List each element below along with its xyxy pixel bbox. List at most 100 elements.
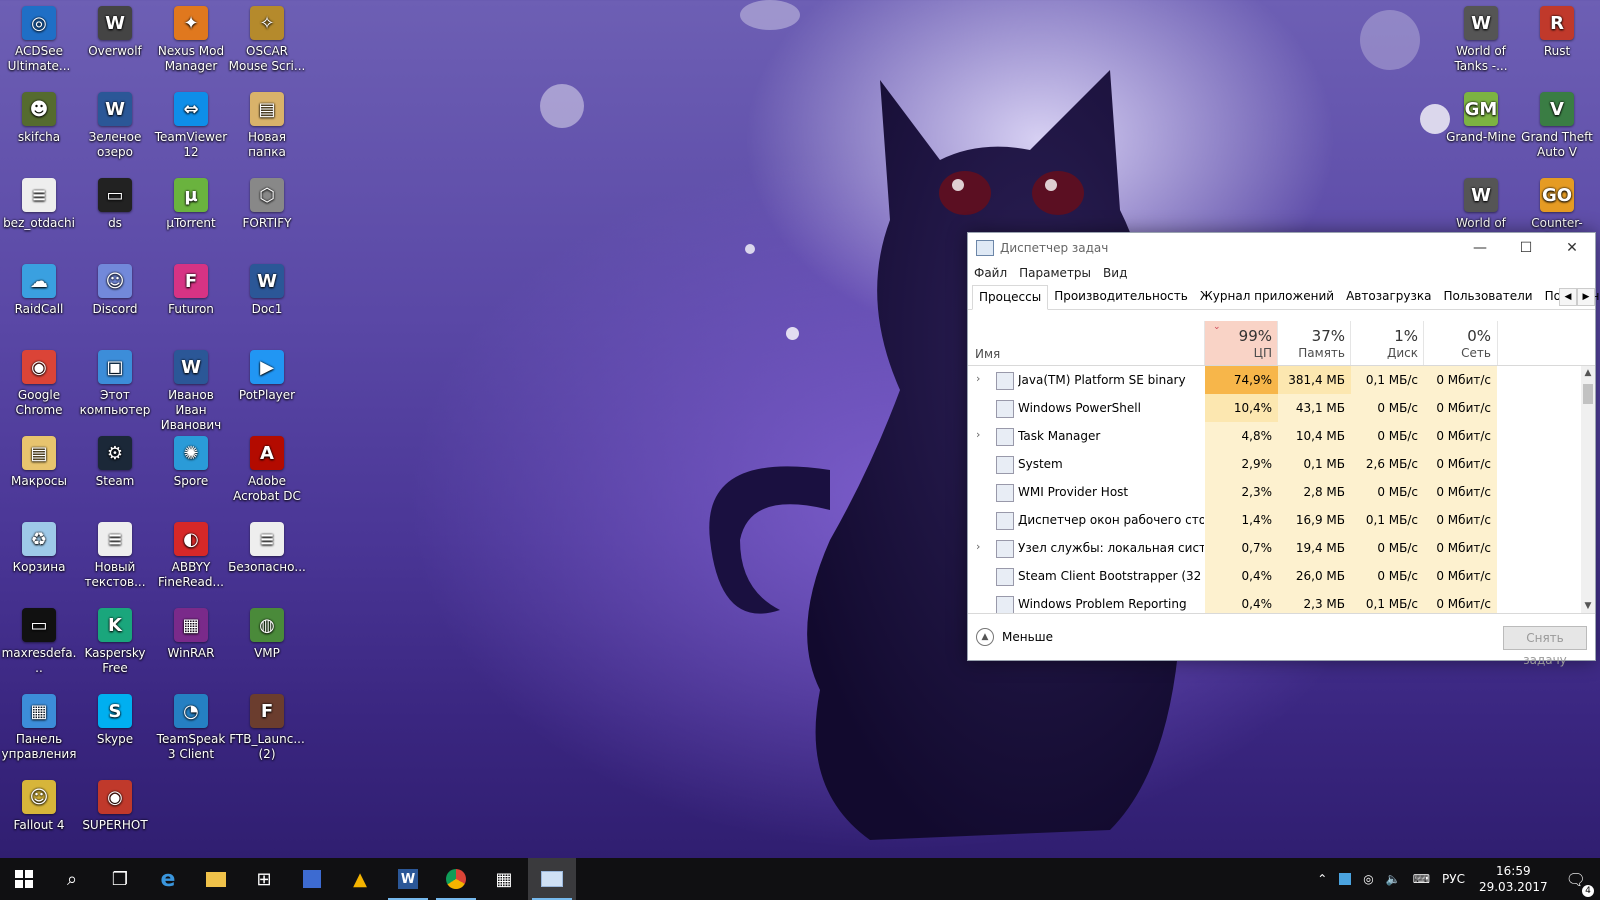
desktop-icon[interactable]: S Skype [76,688,154,770]
tab-scroll-left-icon[interactable]: ◀ [1559,288,1577,306]
desktop-icon[interactable]: ≡ bez_otdachi [0,172,78,254]
show-hidden-icons-icon[interactable]: ⌃ [1311,872,1333,886]
scroll-up-icon[interactable]: ▲ [1581,366,1595,380]
end-task-button[interactable]: Снять задачу [1503,626,1587,667]
menu-options[interactable]: Параметры [1019,266,1091,280]
desktop-icon[interactable]: ≡ Новый текстов... [76,516,154,598]
desktop-icon[interactable]: F FTB_Launc... (2) [228,688,306,770]
desktop-icon[interactable]: ⚙ Steam [76,430,154,512]
scroll-thumb[interactable] [1583,384,1593,404]
process-row[interactable]: Windows PowerShell 10,4% 43,1 МБ 0 МБ/с 0 Мб… [968,394,1581,422]
desktop-icon[interactable]: ▦ WinRAR [152,602,230,684]
desktop-icon[interactable]: W World of Tanks -... [1442,0,1520,82]
desktop-icon[interactable]: ◉ Google Chrome [0,344,78,426]
desktop-icon[interactable]: ▤ Макросы [0,430,78,512]
desktop-icon[interactable]: µ µTorrent [152,172,230,254]
process-row[interactable]: Windows Problem Reporting 0,4% 2,3 МБ 0,1 М… [968,590,1581,613]
menu-view[interactable]: Вид [1103,266,1127,280]
desktop-icon[interactable]: ✦ Nexus Mod Manager [152,0,230,82]
desktop-icon[interactable]: ▭ maxresdefa... [0,602,78,684]
tab-scroll-right-icon[interactable]: ▶ [1577,288,1595,306]
tab-app-history[interactable]: Журнал приложений [1194,285,1340,309]
process-row[interactable]: › Java(TM) Platform SE binary 74,9% 381,4 М… [968,366,1581,394]
desktop-icon[interactable]: W Зеленое озеро [76,86,154,168]
process-row[interactable]: Диспетчер окон рабочего сто... 1,4% 16,9 М… [968,506,1581,534]
column-name[interactable]: Имя [975,347,1000,361]
tab-performance[interactable]: Производительность [1048,285,1194,309]
tab-startup[interactable]: Автозагрузка [1340,285,1437,309]
desktop-icon[interactable]: R Rust [1518,0,1596,82]
desktop-icon[interactable]: W Иванов Иван Иванович [152,344,230,432]
edge-button[interactable]: e [144,858,192,900]
expand-chevron-icon[interactable]: › [976,540,986,553]
start-button[interactable] [0,858,48,900]
save-disk-app-button[interactable] [288,858,336,900]
desktop-icon[interactable]: ✧ OSCAR Mouse Scri... [228,0,306,82]
desktop-icon[interactable]: ▭ ds [76,172,154,254]
process-row[interactable]: Steam Client Bootstrapper (32 б... 0,4% 26… [968,562,1581,590]
minimize-button[interactable]: — [1457,233,1503,263]
vertical-scrollbar[interactable]: ▲ ▼ [1581,366,1595,613]
column-network[interactable]: 0% Сеть [1423,321,1498,365]
warning-app-button[interactable]: ▲ [336,858,384,900]
maximize-button[interactable]: ☐ [1503,233,1549,263]
chrome-button[interactable] [432,858,480,900]
expand-chevron-icon[interactable]: › [976,428,986,441]
expand-chevron-icon[interactable]: › [976,372,986,385]
task-manager-taskbar-button[interactable] [528,858,576,900]
desktop-icon[interactable]: ✺ Spore [152,430,230,512]
desktop-icon[interactable]: ▤ Новая папка [228,86,306,168]
desktop-icon[interactable]: ▦ Панель управления [0,688,78,770]
desktop-icon[interactable]: ⇔ TeamViewer 12 [152,86,230,168]
file-explorer-icon [206,871,226,887]
column-cpu[interactable]: ⌄ 99% ЦП [1204,321,1278,365]
column-memory[interactable]: 37% Память [1277,321,1351,365]
store-button[interactable]: ⊞ [240,858,288,900]
volume-icon[interactable]: 🔈 [1380,872,1407,886]
file-explorer-button[interactable] [192,858,240,900]
keyboard-icon[interactable]: ⌨ [1407,872,1436,886]
action-center-button[interactable]: 🗨 4 [1556,870,1600,897]
desktop-icon[interactable]: W Doc1 [228,258,306,340]
desktop-icon[interactable]: W Overwolf [76,0,154,82]
desktop-icon[interactable]: GM Grand-Mine [1442,86,1520,168]
process-row[interactable]: WMI Provider Host 2,3% 2,8 МБ 0 МБ/с 0 Мбит/… [968,478,1581,506]
desktop-icon[interactable]: ◐ ABBYY FineRead... [152,516,230,598]
desktop-icon[interactable]: ☁ RaidCall [0,258,78,340]
desktop-icon[interactable]: ≡ Безопасно... [228,516,306,598]
desktop-icon[interactable]: ▶ PotPlayer [228,344,306,426]
desktop-icon[interactable]: V Grand Theft Auto V [1518,86,1596,168]
tab-users[interactable]: Пользователи [1437,285,1538,309]
task-view-button[interactable]: ❐ [96,858,144,900]
steam-tray-icon[interactable]: ◎ [1357,872,1379,886]
desktop-icon[interactable]: ☺ Fallout 4 [0,774,78,856]
title-bar[interactable]: Диспетчер задач — ☐ ✕ [968,233,1595,263]
scroll-down-icon[interactable]: ▼ [1581,599,1595,613]
desktop-icon[interactable]: ◎ ACDSee Ultimate... [0,0,78,82]
desktop-icon[interactable]: ◍ VMP [228,602,306,684]
desktop-icon[interactable]: ▣ Этот компьютер [76,344,154,426]
search-button[interactable]: ⌕ [48,858,96,900]
desktop-icon[interactable]: ◉ SUPERHOT [76,774,154,856]
close-button[interactable]: ✕ [1549,233,1595,263]
tab-processes[interactable]: Процессы [972,285,1049,310]
desktop-icon[interactable]: ♻ Корзина [0,516,78,598]
calculator-button[interactable]: ▦ [480,858,528,900]
process-row[interactable]: System 2,9% 0,1 МБ 2,6 МБ/с 0 Мбит/с [968,450,1581,478]
desktop-icon[interactable]: ☺ Discord [76,258,154,340]
desktop-icon[interactable]: K Kaspersky Free [76,602,154,684]
process-row[interactable]: › Узел службы: локальная сист... 0,7% 19,4 … [968,534,1581,562]
desktop-icon[interactable]: ☻ skifcha [0,86,78,168]
desktop-icon[interactable]: F Futuron [152,258,230,340]
desktop-icon[interactable]: ⬡ FORTIFY [228,172,306,254]
clock[interactable]: 16:59 29.03.2017 [1471,863,1556,895]
word-button[interactable]: W [384,858,432,900]
input-language[interactable]: РУС [1436,872,1471,886]
fewer-details-button[interactable]: ▲ Меньше [976,628,1053,646]
menu-file[interactable]: Файл [974,266,1007,280]
tray-app-icon[interactable] [1339,873,1352,885]
desktop-icon[interactable]: ◔ TeamSpeak 3 Client [152,688,230,770]
desktop-icon[interactable]: A Adobe Acrobat DC [228,430,306,512]
process-row[interactable]: › Task Manager 4,8% 10,4 МБ 0 МБ/с 0 Мбит/с [968,422,1581,450]
column-disk[interactable]: 1% Диск [1350,321,1424,365]
